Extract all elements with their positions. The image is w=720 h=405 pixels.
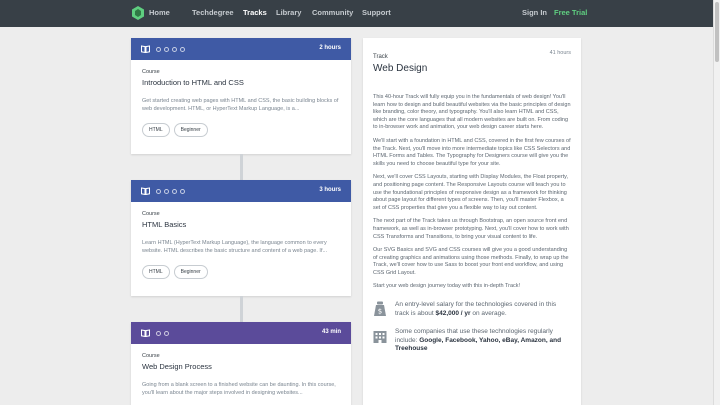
- page-scrollbar[interactable]: [713, 0, 720, 405]
- course-kicker: Course: [142, 353, 160, 359]
- companies-text: Some companies that use these technologi…: [395, 328, 562, 353]
- track-kicker: Track: [373, 54, 388, 60]
- tag-html[interactable]: HTML: [142, 265, 170, 279]
- course-duration: 3 hours: [319, 187, 341, 193]
- salary-stat: $ An entry-level salary for the technolo…: [373, 301, 571, 318]
- nav-home[interactable]: Home: [149, 8, 170, 17]
- track-detail-panel: Track 41 hours Web Design This 40-hour T…: [363, 38, 581, 405]
- book-icon: [141, 45, 150, 53]
- course-kicker: Course: [142, 211, 160, 217]
- progress-dots: [156, 46, 185, 52]
- course-card-header: 2 hours: [131, 38, 351, 60]
- nav-techdegree[interactable]: Techdegree: [192, 8, 234, 17]
- course-tags: HTML Beginner: [142, 265, 340, 279]
- track-hours: 41 hours: [549, 50, 571, 56]
- track-paragraph: Start your web design journey today with…: [373, 283, 521, 290]
- track-paragraph: Our SVG Basics and SVG and CSS courses w…: [373, 247, 569, 276]
- course-title[interactable]: Introduction to HTML and CSS: [142, 78, 340, 87]
- track-paragraph: Next, we'll cover CSS Layouts, starting …: [373, 174, 569, 211]
- tag-beginner[interactable]: Beginner: [173, 265, 208, 279]
- course-description: Going from a blank screen to a finished …: [142, 382, 336, 396]
- book-icon: [141, 187, 150, 195]
- nav-tracks[interactable]: Tracks: [243, 8, 267, 17]
- course-card[interactable]: 43 min Course Web Design Process Going f…: [131, 322, 351, 405]
- course-duration: 2 hours: [319, 45, 341, 51]
- course-card-header: 43 min: [131, 322, 351, 344]
- tag-html[interactable]: HTML: [142, 123, 170, 137]
- scrollbar-thumb[interactable]: [715, 2, 719, 62]
- top-navigation: Home Techdegree Tracks Library Community…: [0, 0, 720, 27]
- progress-dots: [156, 188, 185, 194]
- companies-stat: Some companies that use these technologi…: [373, 328, 571, 354]
- progress-dots: [156, 330, 169, 336]
- track-paragraph: The next part of the Track takes us thro…: [373, 218, 569, 240]
- track-title: Web Design: [373, 63, 428, 74]
- nav-support[interactable]: Support: [362, 8, 391, 17]
- sign-in-link[interactable]: Sign In: [522, 8, 547, 17]
- salary-value: $42,000 / yr: [435, 309, 471, 317]
- svg-text:$: $: [378, 308, 382, 316]
- track-connector: [240, 154, 243, 180]
- treehouse-logo-icon[interactable]: [131, 6, 145, 20]
- course-tags: HTML Beginner: [142, 123, 340, 137]
- course-title[interactable]: Web Design Process: [142, 362, 340, 371]
- free-trial-link[interactable]: Free Trial: [554, 8, 587, 17]
- course-card[interactable]: 3 hours Course HTML Basics Learn HTML (H…: [131, 180, 351, 296]
- track-connector: [240, 296, 243, 322]
- tag-beginner[interactable]: Beginner: [173, 123, 208, 137]
- course-card-header: 3 hours: [131, 180, 351, 202]
- money-bag-icon: $: [374, 301, 386, 317]
- building-icon: [373, 331, 387, 344]
- track-paragraph: We'll start with a foundation in HTML an…: [373, 137, 571, 167]
- nav-community[interactable]: Community: [312, 8, 353, 17]
- course-kicker: Course: [142, 69, 160, 75]
- companies-list: Google, Facebook, Yahoo, eBay, Amazon, a…: [395, 336, 562, 353]
- course-title[interactable]: HTML Basics: [142, 220, 340, 229]
- course-duration: 43 min: [321, 329, 341, 335]
- salary-text: An entry-level salary for the technologi…: [395, 301, 557, 317]
- course-description: Learn HTML (HyperText Markup Language), …: [142, 240, 328, 254]
- track-paragraph: This 40-hour Track will fully equip you …: [373, 94, 571, 131]
- nav-library[interactable]: Library: [276, 8, 301, 17]
- course-description: Get started creating web pages with HTML…: [142, 98, 339, 112]
- book-icon: [141, 329, 150, 337]
- course-card[interactable]: 2 hours Course Introduction to HTML and …: [131, 38, 351, 154]
